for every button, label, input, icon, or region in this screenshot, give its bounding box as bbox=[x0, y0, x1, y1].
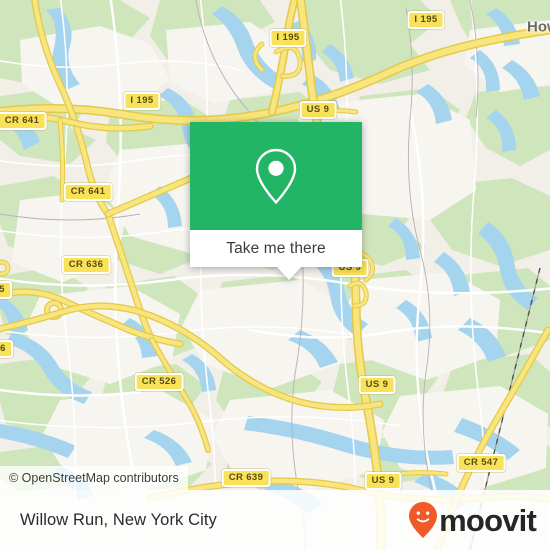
road-shield: CR 547 bbox=[456, 454, 506, 472]
road-shield: US 9 bbox=[299, 101, 337, 119]
moovit-logo[interactable]: moovit bbox=[408, 501, 537, 539]
bottom-bar: Willow Run, New York City moovit bbox=[0, 490, 550, 550]
road-shield: I 195 bbox=[269, 29, 307, 47]
road-shield: CR 639 bbox=[221, 469, 271, 487]
popup-pointer bbox=[277, 267, 301, 280]
road-shield: I 195 bbox=[407, 11, 445, 29]
road-shield: CR 641 bbox=[63, 183, 113, 201]
take-me-there-label: Take me there bbox=[226, 239, 326, 257]
attribution-text: © OpenStreetMap contributors bbox=[9, 471, 179, 485]
moovit-smiley-pin-icon bbox=[409, 502, 438, 538]
road-shield: CR 641 bbox=[0, 112, 47, 130]
moovit-wordmark: moovit bbox=[439, 502, 537, 538]
popup-image-placeholder bbox=[190, 122, 362, 230]
road-shield: 5 bbox=[0, 281, 12, 299]
map-screenshot: .green { fill:#cfe6bd; } .water { fill:#… bbox=[0, 0, 550, 550]
location-popup-card[interactable]: Take me there bbox=[190, 122, 362, 280]
road-shield: US 9 bbox=[358, 376, 396, 394]
take-me-there-button[interactable]: Take me there bbox=[190, 230, 362, 267]
road-shield: 6 bbox=[0, 340, 13, 358]
place-label-howell: Howe bbox=[527, 18, 550, 36]
location-title: Willow Run, New York City bbox=[20, 510, 217, 529]
road-shield: CR 636 bbox=[61, 256, 111, 274]
map-attribution[interactable]: © OpenStreetMap contributors bbox=[0, 466, 188, 490]
location-pin-icon bbox=[255, 148, 297, 205]
road-shield: US 9 bbox=[364, 472, 402, 490]
road-shield: CR 526 bbox=[134, 373, 184, 391]
road-shield: I 195 bbox=[123, 92, 161, 110]
